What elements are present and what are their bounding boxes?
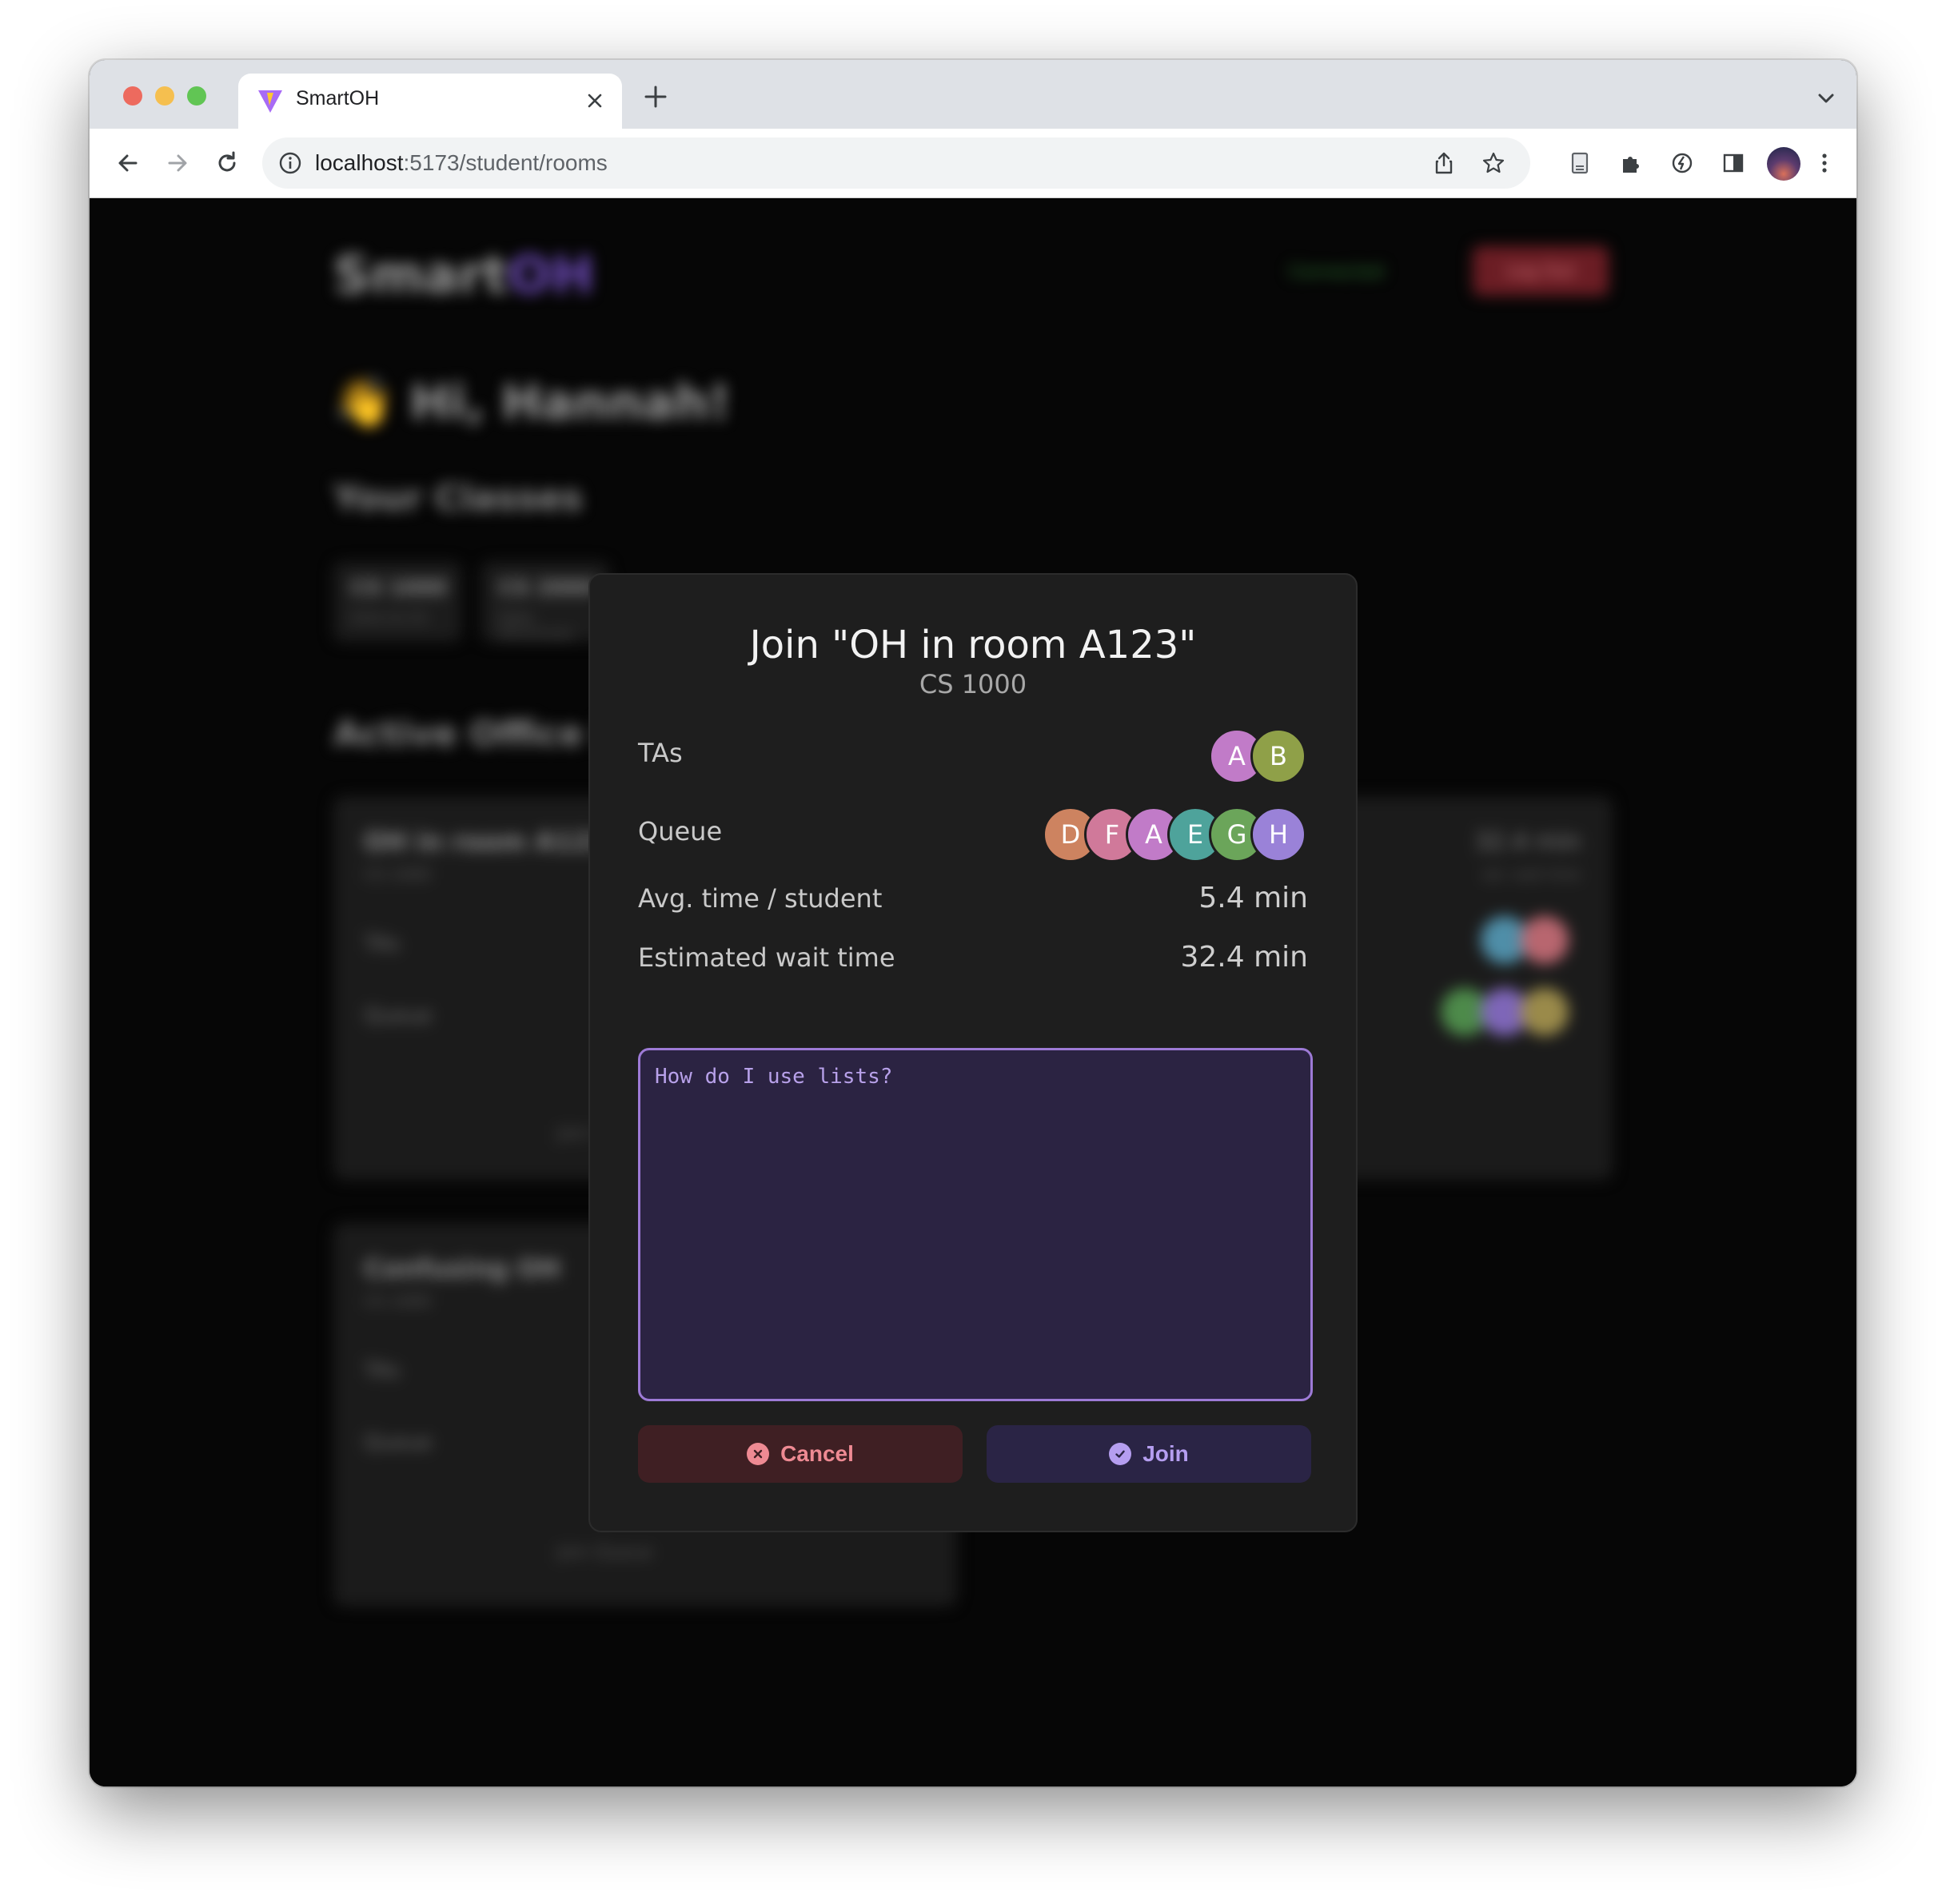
- ta-avatar-stack: BA: [1209, 728, 1306, 784]
- join-queue-button[interactable]: Join Queue: [557, 1543, 652, 1563]
- tab-title: SmartOH: [296, 87, 380, 110]
- chevron-down-icon[interactable]: [1815, 87, 1837, 110]
- room-course: CS 1000: [364, 1292, 431, 1311]
- room-title: Confusing OH: [364, 1253, 560, 1284]
- bookmark-star-icon[interactable]: [1476, 145, 1511, 181]
- close-tab-icon[interactable]: [580, 86, 609, 115]
- new-tab-icon[interactable]: [641, 82, 670, 111]
- greeting-heading: 👋 Hi, Hannah!: [333, 375, 731, 431]
- cancel-label: Cancel: [780, 1441, 854, 1466]
- wait-time-value: 32.4 min: [1180, 941, 1309, 974]
- modal-course-code: CS 1000: [919, 669, 1027, 699]
- connection-status: Connected: [1289, 262, 1384, 282]
- browser-toolbar: localhost:5173/student/rooms: [90, 129, 1856, 198]
- wait-time-label: Estimated wait time: [638, 942, 895, 973]
- room-course: CS 1000: [364, 865, 431, 884]
- minimize-window-button[interactable]: [155, 86, 174, 106]
- performance-icon[interactable]: [1665, 145, 1700, 181]
- class-card[interactable]: CS 1000 Intro to CS: [333, 562, 461, 642]
- class-code: CS 1000: [351, 576, 447, 600]
- url-text[interactable]: localhost:5173/student/rooms: [315, 150, 608, 176]
- kebab-menu-icon[interactable]: [1807, 145, 1842, 181]
- modal-title: Join "OH in room A123": [749, 623, 1197, 667]
- room-queue-label: Queue: [364, 1431, 433, 1455]
- avg-time-label: Avg. time / student: [638, 883, 883, 914]
- reload-icon[interactable]: [209, 145, 245, 181]
- browser-window: SmartOH localhost:5173/student/rooms Sma…: [90, 60, 1856, 1786]
- queue-label: Queue: [638, 816, 723, 846]
- room-wait-label: est. wait time: [1481, 866, 1581, 883]
- queue-avatar: H: [1250, 807, 1306, 862]
- forward-arrow-icon[interactable]: [160, 145, 195, 181]
- question-textarea[interactable]: [638, 1048, 1313, 1401]
- ta-avatar: [1521, 916, 1569, 964]
- back-arrow-icon[interactable]: [110, 145, 146, 181]
- class-code: CS 2000: [499, 576, 595, 600]
- ta-avatar: B: [1250, 728, 1306, 784]
- profile-avatar[interactable]: [1767, 147, 1800, 181]
- x-circle-icon: [747, 1443, 770, 1465]
- tab-strip: SmartOH: [90, 60, 1856, 129]
- class-name: Intro to CS: [351, 610, 428, 627]
- room-wait-time: 32.4 min: [1474, 828, 1581, 856]
- queue-avatar-stack: HGEAFD: [1043, 807, 1306, 862]
- close-window-button[interactable]: [123, 86, 142, 106]
- tab-smartoh[interactable]: SmartOH: [238, 74, 622, 129]
- room-tas-label: TAs: [364, 932, 401, 956]
- join-button[interactable]: Join: [987, 1425, 1311, 1483]
- info-icon[interactable]: [278, 151, 302, 175]
- room-queue-label: Queue: [364, 1004, 433, 1028]
- room-tas-label: TAs: [364, 1359, 401, 1383]
- classes-heading: Your Classes: [333, 478, 583, 519]
- logo-smart: Smart: [333, 246, 508, 305]
- share-icon[interactable]: [1426, 145, 1461, 181]
- reading-mode-icon[interactable]: [1562, 145, 1597, 181]
- cancel-button[interactable]: Cancel: [638, 1425, 963, 1483]
- page-viewport: SmartOH Connected Log Out 👋 Hi, Hannah! …: [90, 198, 1856, 1786]
- app-logo: SmartOH: [333, 246, 594, 305]
- logo-oh: OH: [508, 246, 595, 305]
- url-host: localhost: [315, 150, 404, 175]
- maximize-window-button[interactable]: [187, 86, 206, 106]
- queue-avatar: [1521, 988, 1569, 1036]
- check-circle-icon: [1109, 1443, 1132, 1465]
- join-label: Join: [1142, 1441, 1189, 1466]
- tas-label: TAs: [638, 738, 683, 768]
- url-path: :5173/student/rooms: [403, 150, 608, 175]
- avg-time-value: 5.4 min: [1198, 882, 1308, 914]
- join-room-modal: Join "OH in room A123" CS 1000 TAs BA Qu…: [588, 573, 1358, 1532]
- room-title: OH in room A123: [364, 827, 608, 857]
- extensions-puzzle-icon[interactable]: [1613, 145, 1649, 181]
- vite-logo-icon: [258, 90, 282, 113]
- address-bar[interactable]: localhost:5173/student/rooms: [262, 137, 1530, 189]
- side-panel-icon[interactable]: [1716, 145, 1751, 181]
- logout-button[interactable]: Log Out: [1473, 246, 1609, 296]
